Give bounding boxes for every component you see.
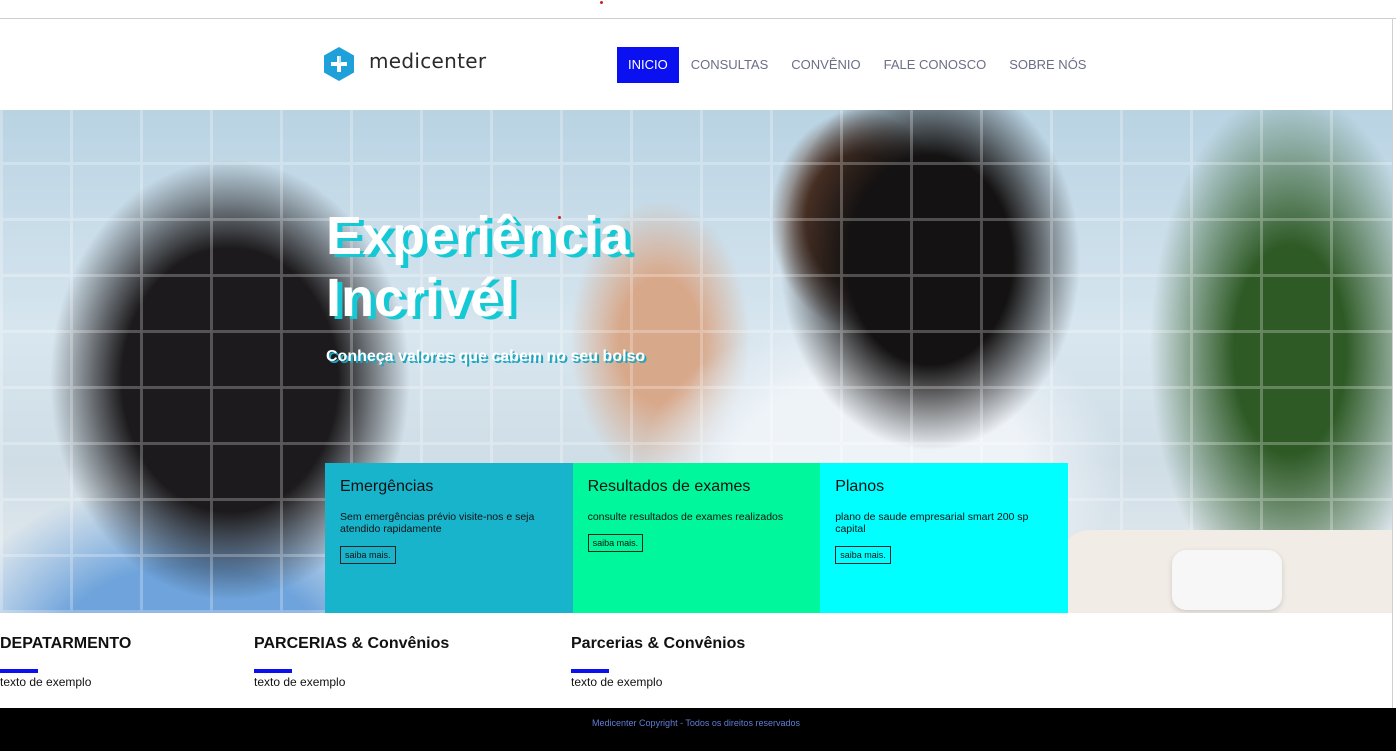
card-title: Planos xyxy=(835,478,885,495)
hero-banner: Experiência Incrivél Conheça valores que… xyxy=(0,110,1392,613)
service-cards: Emergências Sem emergências prévio visit… xyxy=(325,463,1068,613)
nav-item-fale-conosco[interactable]: FALE CONOSCO xyxy=(873,47,998,83)
section-title: PARCERIAS & Convênios xyxy=(254,635,450,652)
main-nav: INICIO CONSULTAS CONVÊNIO FALE CONOSCO S… xyxy=(617,47,1098,83)
section-departamento: DEPATARMENTO texto de exemplo xyxy=(0,635,131,689)
info-sections: DEPATARMENTO texto de exemplo PARCERIAS … xyxy=(0,613,1392,708)
card-title: Emergências xyxy=(340,478,434,495)
site-footer: Medicenter Copyright - Todos os direitos… xyxy=(0,708,1396,751)
right-edge-divider xyxy=(1392,19,1393,709)
site-header: medicenter INICIO CONSULTAS CONVÊNIO FAL… xyxy=(0,20,1392,110)
footer-copyright: Medicenter Copyright - Todos os direitos… xyxy=(592,718,800,728)
card-text: consulte resultados de exames realizados xyxy=(587,511,784,523)
browser-top-strip xyxy=(0,0,1396,19)
saiba-mais-button[interactable]: saiba mais. xyxy=(587,534,644,552)
page: medicenter INICIO CONSULTAS CONVÊNIO FAL… xyxy=(0,0,1396,751)
card-planos: Planos plano de saude empresarial smart … xyxy=(820,463,1068,613)
section-accent-bar xyxy=(0,669,38,673)
section-text: texto de exemplo xyxy=(571,675,663,689)
nav-item-convenio[interactable]: CONVÊNIO xyxy=(780,47,871,83)
medical-cross-hexagon-icon xyxy=(324,47,354,81)
nav-item-sobre-nos[interactable]: SOBRE NÓS xyxy=(998,47,1097,83)
brand-name: medicenter xyxy=(369,49,487,73)
section-text: texto de exemplo xyxy=(0,675,92,689)
card-resultados-exames: Resultados de exames consulte resultados… xyxy=(572,463,821,613)
hero-subtitle: Conheça valores que cabem no seu bolso xyxy=(326,348,646,365)
section-title: Parcerias & Convênios xyxy=(571,635,746,652)
section-title: DEPATARMENTO xyxy=(0,635,132,652)
card-text: Sem emergências prévio visite-nos e seja… xyxy=(340,511,535,535)
logo-link[interactable]: medicenter xyxy=(324,47,486,81)
hero-title: Experiência Incrivél xyxy=(326,206,630,328)
card-emergencias: Emergências Sem emergências prévio visit… xyxy=(325,463,573,613)
hero-medical-device-shape xyxy=(1172,550,1282,610)
saiba-mais-button[interactable]: saiba mais. xyxy=(340,546,396,564)
section-text: texto de exemplo xyxy=(254,675,346,689)
red-dot-marker xyxy=(600,1,603,4)
nav-item-inicio[interactable]: INICIO xyxy=(617,47,679,83)
section-parcerias-1: PARCERIAS & Convênios texto de exemplo xyxy=(254,635,449,689)
nav-item-consultas[interactable]: CONSULTAS xyxy=(680,47,780,83)
section-parcerias-2: Parcerias & Convênios texto de exemplo xyxy=(571,635,745,689)
section-accent-bar xyxy=(254,669,292,673)
card-title: Resultados de exames xyxy=(587,478,751,495)
saiba-mais-button[interactable]: saiba mais. xyxy=(835,546,891,564)
section-accent-bar xyxy=(571,669,609,673)
card-text: plano de saude empresarial smart 200 sp … xyxy=(835,511,1029,535)
